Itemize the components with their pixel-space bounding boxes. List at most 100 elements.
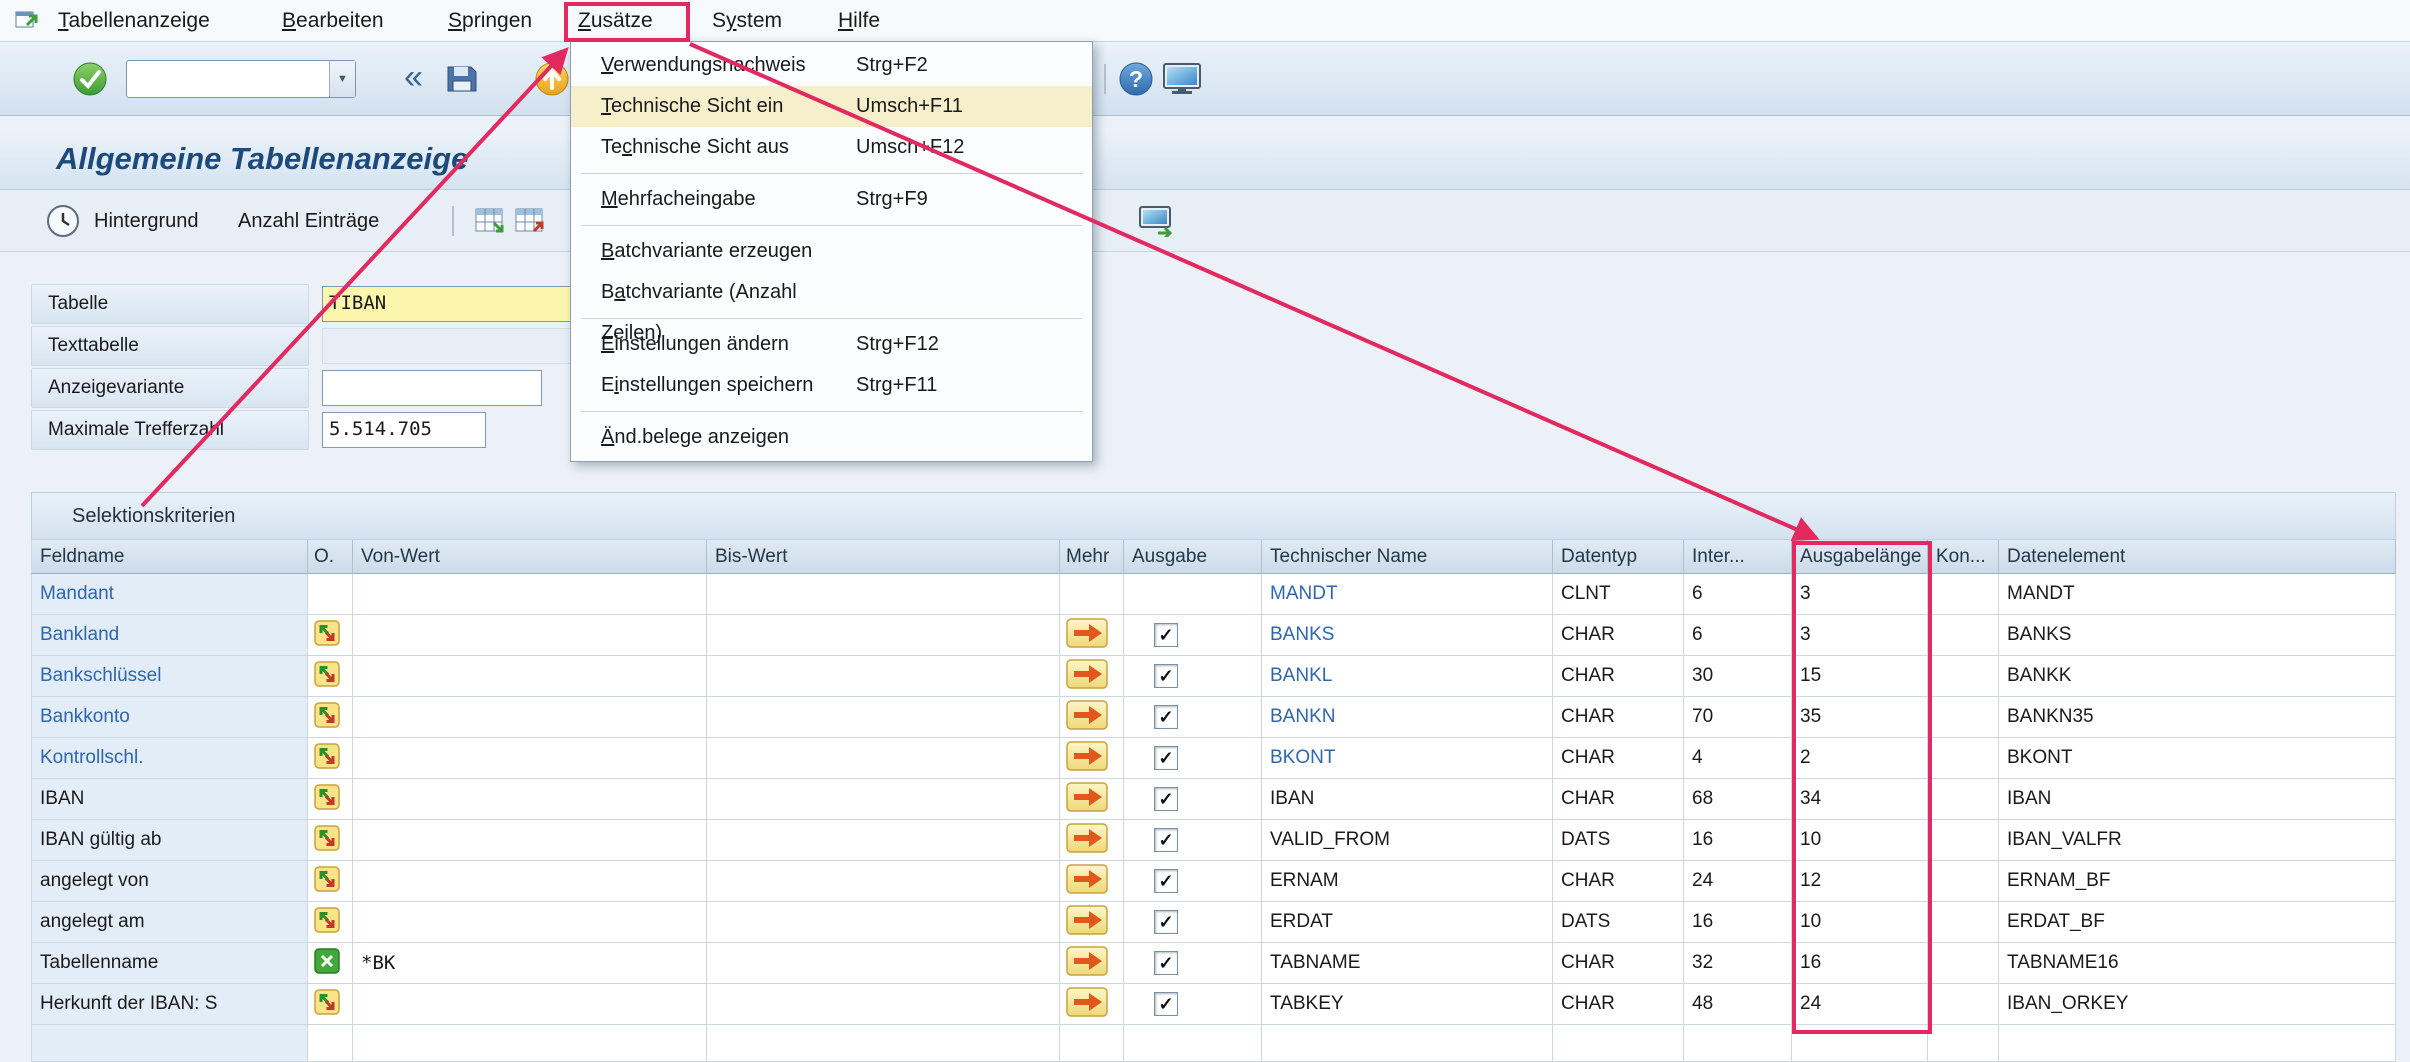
layout-monitor-icon[interactable]	[1162, 62, 1202, 101]
bis-wert-input[interactable]	[707, 984, 1060, 1025]
von-wert-input[interactable]	[353, 861, 707, 902]
background-button[interactable]: Hintergrund	[94, 190, 199, 252]
ausgabe-checkbox[interactable]: ✓	[1154, 992, 1178, 1016]
von-wert-input[interactable]: *BK	[353, 943, 707, 984]
enter-button[interactable]	[72, 61, 108, 102]
datenelement-cell: BKONT	[1999, 738, 2396, 779]
menu-item-technische-sicht-aus[interactable]: Technische Sicht aus Umsch+F12	[571, 127, 1092, 168]
bis-wert-input[interactable]	[707, 738, 1060, 779]
bis-wert-input[interactable]	[707, 861, 1060, 902]
bis-wert-input[interactable]	[707, 656, 1060, 697]
selection-options-button[interactable]	[314, 993, 340, 1014]
menu-item-batchvariante-erzeugen[interactable]: Batchvariante erzeugen	[571, 231, 1092, 272]
interne-laenge-cell: 4	[1684, 738, 1792, 779]
command-dropdown-button[interactable]: ▼	[329, 61, 355, 97]
von-wert-input[interactable]	[353, 615, 707, 656]
kon-cell	[1928, 861, 1999, 902]
selection-options-button[interactable]	[314, 829, 340, 850]
bis-wert-input[interactable]	[707, 574, 1060, 615]
window-menu-icon[interactable]	[14, 8, 40, 40]
col-mehr: Mehr	[1060, 540, 1124, 574]
selection-options-button[interactable]	[314, 665, 340, 686]
multiple-selection-button[interactable]	[1066, 993, 1108, 1014]
menu-item-einstellungen-speichern[interactable]: Einstellungen speichern Strg+F11	[571, 365, 1092, 406]
clock-icon[interactable]	[46, 204, 80, 243]
selection-options-button[interactable]	[314, 788, 340, 809]
kon-cell	[1928, 574, 1999, 615]
mehr-cell	[1060, 984, 1124, 1025]
select-all-fields-icon[interactable]	[474, 205, 506, 242]
menu-bearbeiten[interactable]: Bearbeiten	[282, 0, 384, 42]
menu-item-mehrfacheingabe[interactable]: Mehrfacheingabe Strg+F9	[571, 179, 1092, 220]
ausgabe-checkbox[interactable]: ✓	[1154, 869, 1178, 893]
datenelement-cell: ERDAT_BF	[1999, 902, 2396, 943]
ausgabe-checkbox[interactable]: ✓	[1154, 623, 1178, 647]
multiple-selection-button[interactable]	[1066, 665, 1108, 686]
von-wert-input[interactable]	[353, 779, 707, 820]
selection-options-button[interactable]	[314, 911, 340, 932]
menu-system[interactable]: System	[712, 0, 782, 42]
selection-options-button[interactable]	[314, 624, 340, 645]
menu-tabellenanzeige[interactable]: Tabellenanzeige	[58, 0, 210, 42]
menu-zusaetze[interactable]: Zusätze	[578, 0, 653, 42]
selection-options-button[interactable]	[314, 706, 340, 727]
save-button[interactable]	[444, 61, 480, 102]
bis-wert-input[interactable]	[707, 779, 1060, 820]
menu-springen[interactable]: Springen	[448, 0, 532, 42]
datentyp-cell: CHAR	[1553, 697, 1684, 738]
command-field[interactable]: ▼	[126, 60, 356, 98]
mehr-cell	[1060, 738, 1124, 779]
ausgabe-checkbox[interactable]: ✓	[1154, 664, 1178, 688]
von-wert-input[interactable]	[353, 656, 707, 697]
selection-options-button[interactable]	[314, 870, 340, 891]
ausgabe-checkbox[interactable]: ✓	[1154, 787, 1178, 811]
menu-item-verwendungsnachweis[interactable]: Verwendungsnachweis Strg+F2	[571, 45, 1092, 86]
von-wert-input[interactable]	[353, 902, 707, 943]
kon-cell	[1928, 820, 1999, 861]
multiple-selection-button[interactable]	[1066, 706, 1108, 727]
col-datenelement: Datenelement	[1999, 540, 2396, 574]
von-wert-input[interactable]	[353, 984, 707, 1025]
bis-wert-input[interactable]	[707, 902, 1060, 943]
exclude-pattern-button[interactable]	[314, 952, 340, 973]
von-wert-input[interactable]	[353, 1025, 707, 1062]
bis-wert-input[interactable]	[707, 943, 1060, 984]
multiple-selection-button[interactable]	[1066, 829, 1108, 850]
menu-hilfe[interactable]: Hilfe	[838, 0, 880, 42]
help-button[interactable]: ?	[1118, 61, 1154, 102]
menu-item-einstellungen-aendern[interactable]: Einstellungen ändern Strg+F12	[571, 324, 1092, 365]
ausgabe-checkbox[interactable]: ✓	[1154, 910, 1178, 934]
ausgabe-checkbox[interactable]: ✓	[1154, 746, 1178, 770]
selection-options-button[interactable]	[314, 747, 340, 768]
entries-count-button[interactable]: Anzahl Einträge	[238, 190, 379, 252]
von-wert-input[interactable]	[353, 697, 707, 738]
tech-name-cell: IBAN	[1262, 779, 1553, 820]
multiple-selection-button[interactable]	[1066, 788, 1108, 809]
ausgabe-checkbox[interactable]: ✓	[1154, 951, 1178, 975]
anzeigevariante-input[interactable]	[322, 370, 542, 406]
menu-item-aend-belege-anzeigen[interactable]: Änd.belege anzeigen	[571, 417, 1092, 458]
menu-item-technische-sicht-ein[interactable]: Technische Sicht ein Umsch+F11	[571, 86, 1092, 127]
multiple-selection-button[interactable]	[1066, 870, 1108, 891]
ausgabe-checkbox[interactable]: ✓	[1154, 828, 1178, 852]
exit-button[interactable]	[534, 61, 570, 102]
multiple-selection-button[interactable]	[1066, 624, 1108, 645]
von-wert-input[interactable]	[353, 738, 707, 779]
multiple-selection-button[interactable]	[1066, 747, 1108, 768]
zusaetze-dropdown-menu: Verwendungsnachweis Strg+F2 Technische S…	[570, 41, 1093, 462]
collapse-icon[interactable]: «	[404, 42, 423, 116]
max-trefferzahl-input[interactable]: 5.514.705	[322, 412, 486, 448]
bis-wert-input[interactable]	[707, 1025, 1060, 1062]
menu-item-batchvariante-anzahl-zeilen[interactable]: Batchvariante (Anzahl Zeilen)	[571, 272, 1092, 313]
bis-wert-input[interactable]	[707, 820, 1060, 861]
kon-cell	[1928, 738, 1999, 779]
von-wert-input[interactable]	[353, 820, 707, 861]
multiple-selection-button[interactable]	[1066, 952, 1108, 973]
multiple-selection-button[interactable]	[1066, 911, 1108, 932]
deselect-fields-icon[interactable]	[514, 205, 546, 242]
bis-wert-input[interactable]	[707, 697, 1060, 738]
bis-wert-input[interactable]	[707, 615, 1060, 656]
von-wert-input[interactable]	[353, 574, 707, 615]
screen-shortcut-icon[interactable]	[1138, 205, 1174, 242]
ausgabe-checkbox[interactable]: ✓	[1154, 705, 1178, 729]
